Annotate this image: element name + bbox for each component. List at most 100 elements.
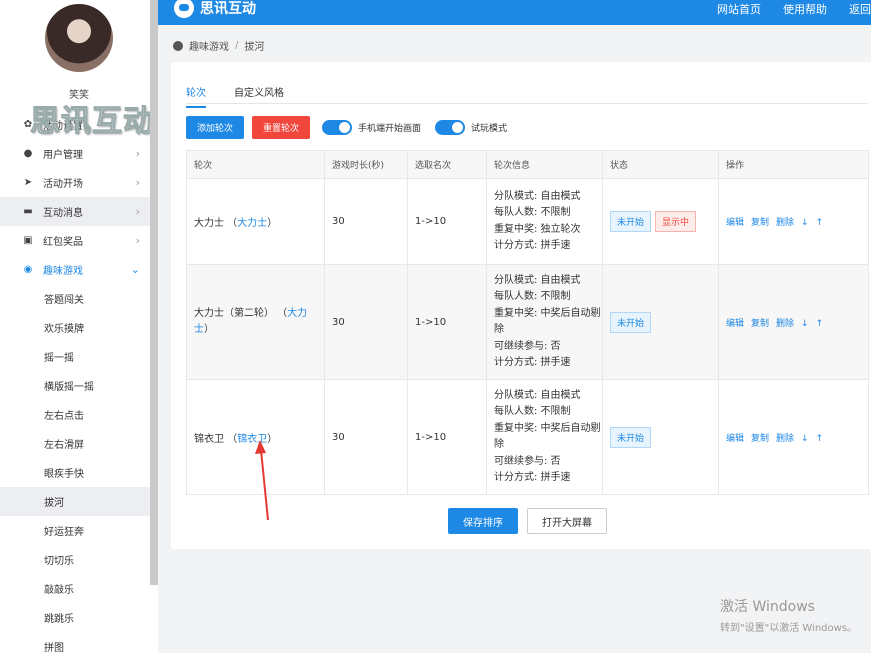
sidebar-scrollbar[interactable] — [150, 0, 158, 585]
submenu-item[interactable]: 左右点击 — [0, 400, 150, 429]
mobile-start-toggle[interactable] — [322, 120, 353, 135]
table-row: 大力士 （大力士） 30 1->10 分队模式: 自由模式 每队人数: 不限制 … — [186, 178, 869, 265]
breadcrumb: 趣味游戏 / 拔河 — [173, 38, 264, 53]
game-icon — [173, 40, 183, 51]
move-down-icon[interactable]: ↓ — [801, 434, 809, 444]
sidebar-menu: ✿ 活动设置 ● 用户管理 › ➤ 活动开场 › ▬ 互动消息 › ▣ 红包奖品 › ◉ 趣味游戏 ⌄… — [0, 110, 150, 653]
status-badge: 未开始 — [610, 211, 652, 232]
game-icon: ◉ — [23, 264, 33, 275]
submenu-item[interactable]: 跳跳乐 — [0, 603, 150, 632]
top-bar: 思讯互动 网站首页 使用帮助 返回 — [158, 0, 871, 25]
sidebar-item-users[interactable]: ● 用户管理 › — [0, 139, 150, 168]
status-cell: 未开始 显示中 — [602, 178, 719, 265]
robot-icon — [174, 0, 194, 18]
tab-custom-style[interactable]: 自定义风格 — [234, 84, 284, 108]
rank-cell: 1->10 — [407, 178, 487, 265]
breadcrumb-parent[interactable]: 趣味游戏 — [189, 38, 229, 53]
copy-link[interactable]: 复制 — [751, 218, 769, 228]
chevron-right-icon: › — [135, 147, 140, 160]
link-home[interactable]: 网站首页 — [717, 1, 761, 17]
chevron-down-icon: ⌄ — [130, 263, 140, 276]
edit-link[interactable]: 编辑 — [726, 434, 744, 444]
reset-round-button[interactable]: 重置轮次 — [252, 116, 311, 139]
sidebar-item-prizes[interactable]: ▣ 红包奖品 › — [0, 226, 150, 255]
copy-link[interactable]: 复制 — [751, 319, 769, 329]
red-arrow-annotation — [255, 440, 269, 521]
top-links: 网站首页 使用帮助 返回 — [695, 1, 871, 17]
round-info-cell: 分队模式: 自由模式 每队人数: 不限制 重复中奖: 独立轮次 计分方式: 拼手… — [486, 178, 603, 265]
col-header: 轮次信息 — [486, 150, 603, 179]
round-info-cell: 分队模式: 自由模式 每队人数: 不限制 重复中奖: 中奖后自动剔除 可继续参与… — [486, 379, 603, 495]
submenu-item[interactable]: 答题闯关 — [0, 284, 150, 313]
copy-link[interactable]: 复制 — [751, 434, 769, 444]
chat-icon: ▬ — [23, 206, 33, 217]
gift-icon: ▣ — [23, 235, 33, 246]
chevron-right-icon: › — [135, 176, 140, 189]
sidebar-item-opening[interactable]: ➤ 活动开场 › — [0, 168, 150, 197]
delete-link[interactable]: 删除 — [776, 434, 794, 444]
delete-link[interactable]: 删除 — [776, 218, 794, 228]
mobile-start-label: 手机端开始画面 — [358, 124, 422, 134]
brand-logo[interactable]: 思讯互动 — [174, 0, 256, 18]
duration-cell: 30 — [324, 178, 408, 265]
submenu-item[interactable]: 敲敲乐 — [0, 574, 150, 603]
status-cell: 未开始 — [602, 379, 719, 495]
ops-cell: 编辑 复制 删除 ↓ ↑ — [718, 178, 869, 265]
add-round-button[interactable]: 添加轮次 — [186, 116, 245, 139]
link-back[interactable]: 返回 — [849, 1, 871, 17]
round-name-cell: 大力士（第二轮） （大力士） — [186, 264, 325, 380]
watermark: 思讯互动 — [30, 104, 154, 140]
breadcrumb-separator: / — [235, 40, 239, 51]
col-header: 游戏时长(秒) — [324, 150, 408, 179]
round-alias-link[interactable]: 大力士 — [237, 218, 267, 229]
status-cell: 未开始 — [602, 264, 719, 380]
submenu-item[interactable]: 好运狂奔 — [0, 516, 150, 545]
delete-link[interactable]: 删除 — [776, 319, 794, 329]
submenu-item[interactable]: 摇一摇 — [0, 342, 150, 371]
status-badge: 未开始 — [610, 426, 652, 448]
status-badge: 未开始 — [610, 311, 652, 333]
col-header: 选取名次 — [407, 150, 487, 179]
move-down-icon[interactable]: ↓ — [801, 319, 809, 329]
move-up-icon[interactable]: ↑ — [816, 319, 824, 329]
trial-mode-label: 试玩模式 — [471, 124, 508, 134]
duration-cell: 30 — [324, 264, 408, 380]
tab-rounds[interactable]: 轮次 — [186, 84, 206, 108]
rank-cell: 1->10 — [407, 264, 487, 380]
user-icon: ● — [23, 148, 33, 159]
move-down-icon[interactable]: ↓ — [801, 218, 809, 228]
sidebar-item-messages[interactable]: ▬ 互动消息 › — [0, 197, 150, 226]
ops-cell: 编辑 复制 删除 ↓ ↑ — [718, 379, 869, 495]
edit-link[interactable]: 编辑 — [726, 218, 744, 228]
submenu-item[interactable]: 拼图 — [0, 632, 150, 653]
open-big-screen-button[interactable]: 打开大屏幕 — [527, 508, 607, 534]
save-order-button[interactable]: 保存排序 — [448, 508, 518, 534]
chevron-right-icon: › — [135, 234, 140, 247]
sidebar: 笑笑 ✿ 活动设置 ● 用户管理 › ➤ 活动开场 › ▬ 互动消息 › ▣ 红包奖品 › ◉ 趣味… — [0, 0, 158, 653]
edit-link[interactable]: 编辑 — [726, 319, 744, 329]
col-header: 轮次 — [186, 150, 325, 179]
submenu-item-selected[interactable]: 拔河 — [0, 487, 150, 516]
tab-bar: 轮次 自定义风格 — [186, 84, 312, 108]
sidebar-item-games[interactable]: ◉ 趣味游戏 ⌄ — [0, 255, 150, 284]
tab-divider — [186, 103, 868, 104]
col-header: 操作 — [718, 150, 869, 179]
avatar[interactable] — [45, 4, 113, 72]
submenu-item[interactable]: 左右滑屏 — [0, 429, 150, 458]
submenu-item[interactable]: 横版摇一摇 — [0, 371, 150, 400]
status-badge-showing: 显示中 — [655, 211, 697, 232]
breadcrumb-current: 拔河 — [244, 42, 265, 53]
move-up-icon[interactable]: ↑ — [816, 218, 824, 228]
round-info-cell: 分队模式: 自由模式 每队人数: 不限制 重复中奖: 中奖后自动剔除 可继续参与… — [486, 264, 603, 380]
move-up-icon[interactable]: ↑ — [816, 434, 824, 444]
trial-mode-toggle[interactable] — [435, 120, 466, 135]
link-help[interactable]: 使用帮助 — [783, 1, 827, 17]
rounds-table: 轮次 游戏时长(秒) 选取名次 轮次信息 状态 操作 大力士 （大力士） 30 … — [186, 150, 869, 495]
submenu-item[interactable]: 眼疾手快 — [0, 458, 150, 487]
submenu-item[interactable]: 切切乐 — [0, 545, 150, 574]
round-name-cell: 大力士 （大力士） — [186, 178, 325, 265]
windows-activation-notice: 激活 Windows 转到"设置"以激活 Windows。 — [720, 599, 858, 634]
table-row: 锦衣卫 （锦衣卫） 30 1->10 分队模式: 自由模式 每队人数: 不限制 … — [186, 379, 869, 495]
submenu-item[interactable]: 欢乐摸牌 — [0, 313, 150, 342]
rank-cell: 1->10 — [407, 379, 487, 495]
